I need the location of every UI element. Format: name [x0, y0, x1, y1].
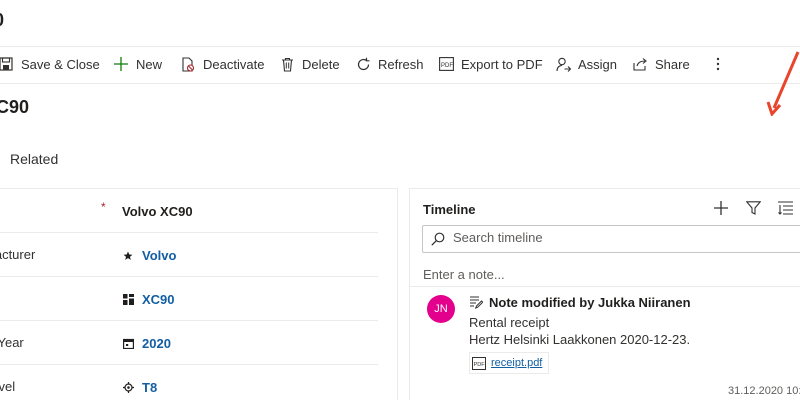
new-label: New: [136, 56, 163, 72]
export-pdf-button[interactable]: PDF Export to PDF: [438, 56, 543, 72]
field-value-manufacturer[interactable]: Volvo: [122, 248, 177, 263]
add-icon[interactable]: [712, 199, 730, 217]
field-row-model-year: el Year 2020: [0, 321, 378, 365]
field-value-model-text: XC90: [142, 292, 175, 307]
field-value-model[interactable]: XC90: [122, 292, 175, 307]
assign-button[interactable]: Assign: [555, 56, 617, 72]
sort-icon[interactable]: [776, 199, 794, 217]
refresh-button[interactable]: Refresh: [355, 56, 424, 72]
field-value-manufacturer-text: Volvo: [142, 248, 177, 263]
avatar[interactable]: JN: [427, 295, 455, 323]
field-value-name[interactable]: Volvo XC90: [122, 204, 193, 219]
share-label: Share: [655, 56, 690, 72]
field-row-name: e * Volvo XC90: [0, 189, 378, 233]
save-icon: [0, 56, 14, 72]
note-icon: [469, 296, 483, 309]
star-icon: [122, 250, 134, 262]
calendar-icon: [122, 338, 134, 350]
annotation-arrow-icon: [766, 51, 800, 116]
field-value-model-year[interactable]: 2020: [122, 336, 171, 351]
timeline-search-input[interactable]: [453, 230, 753, 245]
deactivate-label: Deactivate: [203, 56, 265, 72]
command-bar: Save & Close New Deactivate Delete Refre…: [0, 46, 800, 84]
timeline-title: Timeline: [423, 202, 476, 217]
timeline-entry-subject: Rental receipt: [469, 315, 550, 330]
pdf-icon: PDF: [438, 56, 454, 72]
timeline-actions: [712, 199, 794, 217]
record-title: C90: [0, 97, 30, 117]
deactivate-icon: [180, 56, 196, 72]
deactivate-button[interactable]: Deactivate: [180, 56, 264, 72]
plus-icon: [113, 56, 129, 72]
attachment-filename: receipt.pdf: [491, 357, 543, 369]
share-button[interactable]: Share: [632, 56, 690, 72]
field-label-manufacturer: ufacturer: [0, 247, 36, 262]
form-section: e * Volvo XC90 ufacturer Volvo el XC90 e…: [0, 188, 398, 400]
new-button[interactable]: New: [113, 56, 162, 72]
search-icon: [431, 232, 445, 251]
field-row-model: el XC90: [0, 277, 378, 321]
trash-icon: [279, 56, 295, 72]
timeline-search[interactable]: [422, 225, 800, 253]
timeline-entry-body: Hertz Helsinki Laakkonen 2020-12-23.: [469, 332, 691, 347]
refresh-icon: [355, 56, 371, 72]
enter-note-field[interactable]: Enter a note...: [423, 267, 505, 282]
save-close-label: Save & Close: [21, 56, 100, 72]
required-indicator: *: [101, 200, 106, 214]
field-value-trim-level-text: T8: [142, 380, 158, 395]
window-title: 0: [0, 10, 4, 31]
field-value-model-year-text: 2020: [142, 336, 171, 351]
divider: [410, 286, 800, 287]
field-row-trim-level: Level T8: [0, 365, 378, 400]
assign-icon: [555, 56, 571, 72]
field-label-trim-level: Level: [0, 379, 16, 394]
more-vertical-icon: [710, 56, 726, 72]
attachment-link[interactable]: PDF receipt.pdf: [469, 352, 550, 374]
more-commands-button[interactable]: [710, 56, 733, 72]
delete-label: Delete: [302, 56, 340, 72]
svg-text:PDF: PDF: [441, 63, 453, 69]
field-row-manufacturer: ufacturer Volvo: [0, 233, 378, 277]
share-icon: [632, 56, 648, 72]
export-pdf-label: Export to PDF: [461, 56, 543, 72]
field-label-model-year: el Year: [0, 335, 24, 350]
refresh-label: Refresh: [378, 56, 424, 72]
filter-icon[interactable]: [744, 199, 762, 217]
field-value-trim-level[interactable]: T8: [122, 380, 158, 395]
timeline-entry-heading: Note modified by Jukka Niiranen: [469, 295, 691, 310]
save-close-button[interactable]: Save & Close: [0, 56, 100, 72]
timeline-entry-timestamp: 31.12.2020 10:1: [728, 385, 800, 397]
svg-text:PDF: PDF: [474, 362, 486, 368]
timeline-entry-heading-text: Note modified by Jukka Niiranen: [489, 295, 691, 310]
pdf-file-icon: PDF: [472, 356, 486, 370]
grid-icon: [122, 294, 134, 306]
assign-label: Assign: [578, 56, 618, 72]
timeline-panel: Timeline Enter a note... JN Note modifie…: [409, 188, 800, 400]
delete-button[interactable]: Delete: [279, 56, 340, 72]
trim-icon: [122, 382, 134, 394]
tab-related[interactable]: Related: [10, 151, 58, 167]
